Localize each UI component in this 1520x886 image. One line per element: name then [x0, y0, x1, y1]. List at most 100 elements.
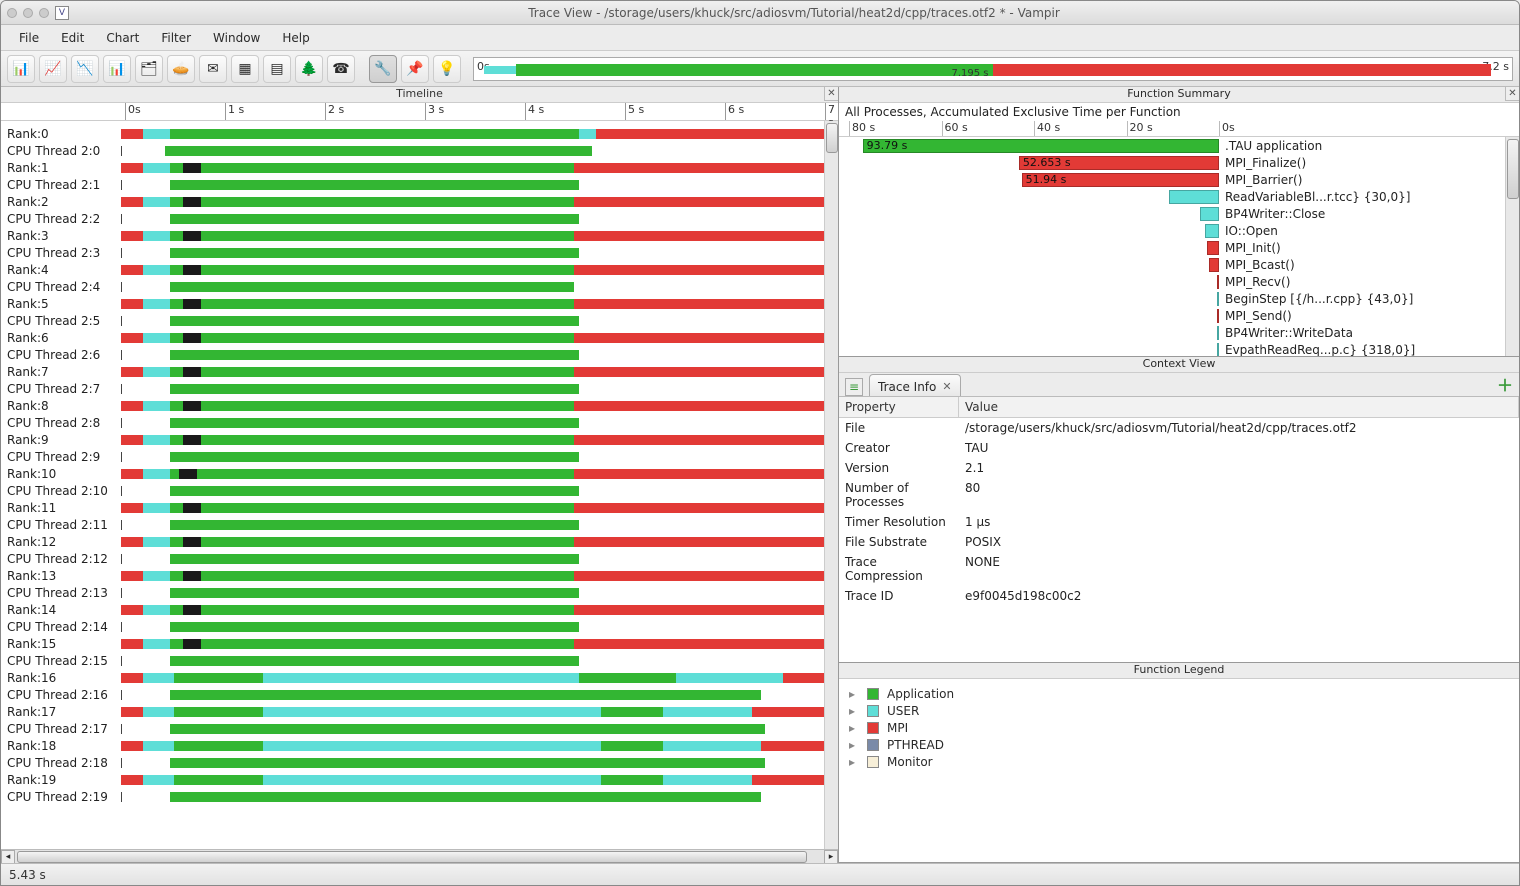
toolbar[interactable]: 📊 📈 📉 📊 🗂 🥧 ✉ ▦ ▤ 🌲 ☎ 🔧 📌 💡 0s 7.2 s 7.1…: [1, 51, 1519, 87]
timeline-row[interactable]: Rank:4: [1, 261, 838, 278]
tool-message-icon[interactable]: ✉: [199, 55, 227, 83]
segment[interactable]: [143, 537, 170, 547]
segment[interactable]: [170, 452, 579, 462]
segment[interactable]: [121, 503, 143, 513]
row-track[interactable]: [121, 707, 832, 717]
vertical-scrollbar[interactable]: [1505, 137, 1519, 356]
fs-bar[interactable]: [1217, 309, 1219, 323]
timeline-row[interactable]: Rank:18: [1, 737, 838, 754]
row-track[interactable]: [121, 350, 832, 360]
segment[interactable]: [170, 163, 574, 173]
fs-bar[interactable]: [1217, 292, 1219, 306]
tool-hint-icon[interactable]: 💡: [433, 55, 461, 83]
segment[interactable]: [143, 197, 170, 207]
maximize-window-icon[interactable]: [39, 8, 49, 18]
row-track[interactable]: [121, 248, 832, 258]
timeline-row[interactable]: Rank:11: [1, 499, 838, 516]
fs-bar[interactable]: [1200, 207, 1219, 221]
segment[interactable]: [174, 741, 263, 751]
tool-performance-radar-icon[interactable]: 📊: [103, 55, 131, 83]
fs-row[interactable]: 52.653 sMPI_Finalize(): [839, 154, 1505, 171]
menu-chart[interactable]: Chart: [96, 27, 149, 49]
menu-window[interactable]: Window: [203, 27, 270, 49]
property-row[interactable]: Version2.1: [839, 458, 1519, 478]
fs-row[interactable]: 4.879 sBP4Writer::Close: [839, 205, 1505, 222]
row-track[interactable]: [121, 129, 832, 139]
segment[interactable]: [121, 401, 143, 411]
segment[interactable]: [170, 656, 579, 666]
segment[interactable]: [143, 401, 170, 411]
fs-bar[interactable]: [1207, 241, 1219, 255]
segment[interactable]: [170, 435, 574, 445]
timeline-row[interactable]: Rank:14: [1, 601, 838, 618]
row-track[interactable]: [121, 418, 832, 428]
segment[interactable]: [170, 333, 574, 343]
segment[interactable]: [183, 605, 201, 615]
property-row[interactable]: Number of Processes80: [839, 478, 1519, 512]
segment[interactable]: [574, 367, 832, 377]
fs-row[interactable]: 0.114 sMPI_Send(): [839, 307, 1505, 324]
timeline-row[interactable]: CPU Thread 2:1: [1, 176, 838, 193]
segment[interactable]: [574, 435, 832, 445]
timeline-row[interactable]: CPU Thread 2:11: [1, 516, 838, 533]
segment[interactable]: [183, 367, 201, 377]
segment[interactable]: [170, 469, 574, 479]
segment[interactable]: [574, 571, 832, 581]
timeline-row[interactable]: Rank:10: [1, 465, 838, 482]
segment[interactable]: [121, 469, 143, 479]
segment[interactable]: [121, 197, 143, 207]
segment[interactable]: [170, 690, 761, 700]
row-track[interactable]: [121, 622, 832, 632]
scroll-left-icon[interactable]: ◂: [1, 850, 15, 863]
segment[interactable]: [121, 163, 143, 173]
row-track[interactable]: [121, 265, 832, 275]
segment[interactable]: [143, 129, 170, 139]
row-track[interactable]: [121, 520, 832, 530]
row-track[interactable]: [121, 333, 832, 343]
segment[interactable]: [574, 537, 832, 547]
row-track[interactable]: [121, 690, 832, 700]
timeline-row[interactable]: Rank:17: [1, 703, 838, 720]
row-track[interactable]: [121, 435, 832, 445]
tool-io-icon[interactable]: 🗂: [135, 55, 163, 83]
segment[interactable]: [183, 537, 201, 547]
segment[interactable]: [170, 758, 765, 768]
row-track[interactable]: [121, 639, 832, 649]
segment[interactable]: [143, 571, 170, 581]
timeline-ruler[interactable]: 0s1 s2 s3 s4 s5 s6 s7 s: [1, 103, 838, 121]
segment[interactable]: [574, 299, 832, 309]
segment[interactable]: [183, 299, 201, 309]
fs-bar[interactable]: [1217, 275, 1219, 289]
segment[interactable]: [183, 435, 201, 445]
menu-help[interactable]: Help: [272, 27, 319, 49]
tool-marker-icon[interactable]: 📌: [401, 55, 429, 83]
legend-item[interactable]: ▸MPI: [849, 719, 1509, 736]
fs-bar[interactable]: [863, 139, 1219, 153]
segment[interactable]: [752, 775, 832, 785]
fs-row[interactable]: 3.609 sIO::Open: [839, 222, 1505, 239]
close-window-icon[interactable]: [7, 8, 17, 18]
segment[interactable]: [170, 384, 579, 394]
row-track[interactable]: [121, 673, 832, 683]
tool-pie-icon[interactable]: 🥧: [167, 55, 195, 83]
fs-row[interactable]: 94.652 msEvpathReadReq...p.c} {318,0}]: [839, 341, 1505, 356]
timeline-row[interactable]: CPU Thread 2:15: [1, 652, 838, 669]
close-tab-icon[interactable]: ✕: [942, 380, 951, 393]
timeline-row[interactable]: CPU Thread 2:14: [1, 618, 838, 635]
row-track[interactable]: [121, 469, 832, 479]
timeline-row[interactable]: Rank:15: [1, 635, 838, 652]
panel-close-icon[interactable]: ✕: [824, 87, 838, 101]
fs-row[interactable]: 13.139 sReadVariableBl...r.tcc} {30,0}]: [839, 188, 1505, 205]
row-track[interactable]: [121, 503, 832, 513]
timeline-row[interactable]: Rank:9: [1, 431, 838, 448]
segment[interactable]: [143, 163, 170, 173]
segment[interactable]: [574, 197, 832, 207]
tool-summary-timeline-icon[interactable]: 📈: [39, 55, 67, 83]
timeline-row[interactable]: CPU Thread 2:17: [1, 720, 838, 737]
segment[interactable]: [170, 248, 579, 258]
segment[interactable]: [170, 316, 579, 326]
timeline-row[interactable]: Rank:16: [1, 669, 838, 686]
row-track[interactable]: [121, 775, 832, 785]
segment[interactable]: [263, 707, 601, 717]
menubar[interactable]: FileEditChartFilterWindowHelp: [1, 25, 1519, 51]
